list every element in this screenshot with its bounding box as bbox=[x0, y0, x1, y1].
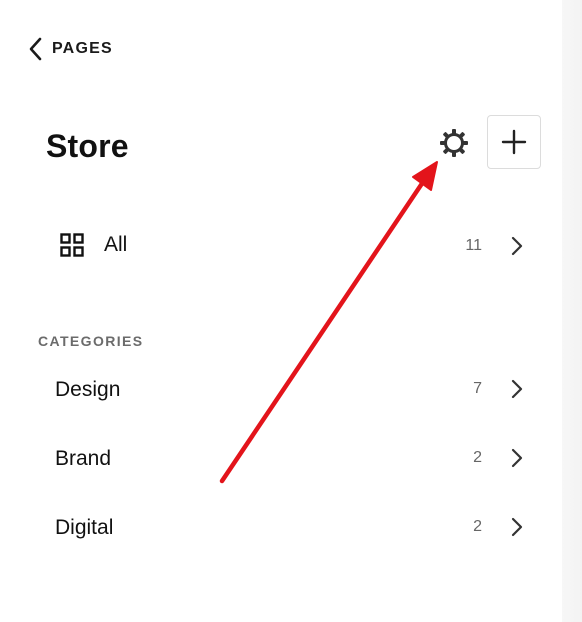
all-label: All bbox=[104, 233, 128, 256]
category-row-design[interactable]: Design 7 bbox=[0, 364, 562, 416]
back-label: PAGES bbox=[52, 40, 113, 57]
add-page-button[interactable] bbox=[487, 115, 541, 169]
category-label: Digital bbox=[55, 516, 114, 539]
store-panel: PAGES Store All 11 CATEGORIES Design 7 B… bbox=[0, 0, 562, 622]
category-row-digital[interactable]: Digital 2 bbox=[0, 502, 562, 554]
category-row-brand[interactable]: Brand 2 bbox=[0, 433, 562, 485]
category-label: Brand bbox=[55, 447, 112, 470]
chevron-left-icon bbox=[29, 37, 42, 61]
category-count: 2 bbox=[473, 518, 482, 535]
gear-icon bbox=[440, 129, 468, 157]
chevron-right-icon bbox=[511, 517, 523, 537]
categories-heading: CATEGORIES bbox=[38, 333, 144, 349]
category-count: 7 bbox=[473, 380, 482, 397]
category-label: Design bbox=[55, 378, 121, 401]
grid-icon bbox=[60, 233, 84, 257]
back-to-pages-link[interactable]: PAGES bbox=[28, 36, 113, 62]
settings-button[interactable] bbox=[436, 125, 472, 161]
content-edge bbox=[562, 0, 582, 622]
all-products-row[interactable]: All 11 bbox=[0, 221, 562, 273]
page-title: Store bbox=[46, 128, 129, 164]
chevron-right-icon bbox=[511, 448, 523, 468]
all-count: 11 bbox=[465, 237, 482, 254]
category-count: 2 bbox=[473, 449, 482, 466]
chevron-right-icon bbox=[511, 236, 523, 256]
plus-icon bbox=[501, 129, 527, 155]
chevron-right-icon bbox=[511, 379, 523, 399]
